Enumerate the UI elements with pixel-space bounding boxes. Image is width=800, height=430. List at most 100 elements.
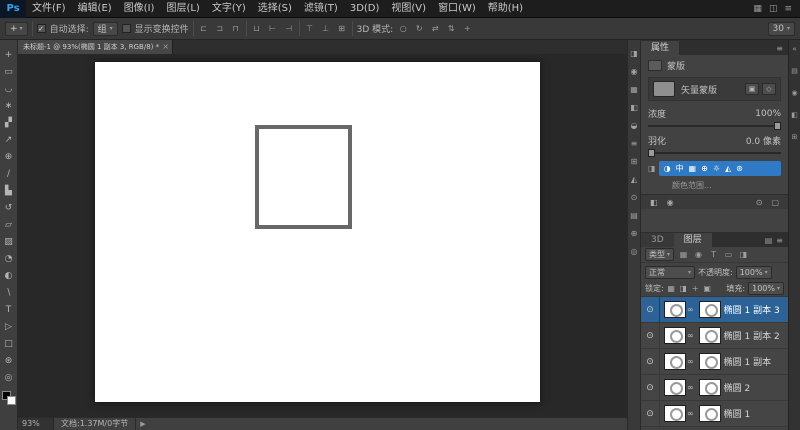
vector-mask-thumbnail[interactable] <box>698 353 721 370</box>
feather-slider-knob[interactable] <box>648 149 655 157</box>
tab-layers[interactable]: 图层 <box>673 233 712 247</box>
adjust-levels-icon[interactable]: 中 <box>676 163 684 174</box>
mask-edge-icon[interactable]: ◧ <box>650 198 658 207</box>
dock-panel-icon-3[interactable]: ◧ <box>791 111 798 119</box>
layer-row[interactable]: ⊙ ∞ 椭圆 1 副本 2 <box>641 323 788 349</box>
align-bottom-icon[interactable]: ⊣ <box>283 24 295 33</box>
mask-link-icon[interactable]: ∞ <box>687 409 694 418</box>
adjust-invert-icon[interactable]: ◑ <box>664 164 671 173</box>
distribute-h-icon[interactable]: ⊤ <box>304 24 316 33</box>
layer-thumbnail[interactable] <box>664 301 686 318</box>
align-left-icon[interactable]: ⊏ <box>198 24 210 33</box>
zoom-level-field[interactable]: 93% <box>18 418 54 430</box>
align-top-icon[interactable]: ⊔ <box>251 24 263 33</box>
zoom-tool[interactable]: ◎ <box>1 370 17 386</box>
panel-list-icon[interactable]: ▤ <box>765 236 773 245</box>
layer-name[interactable]: 椭圆 1 副本 2 <box>724 329 780 342</box>
collapse-panels-icon[interactable]: « <box>792 45 796 53</box>
brush-tool[interactable]: ∕ <box>1 166 17 182</box>
visibility-eye-icon[interactable]: ⊙ <box>641 349 660 374</box>
layer-row[interactable]: ⊙ ∞ 椭圆 2 <box>641 375 788 401</box>
tab-3d[interactable]: 3D <box>641 233 674 247</box>
quick-select-tool[interactable]: ∗ <box>1 98 17 114</box>
type-tool[interactable]: T <box>1 302 17 318</box>
adjust-curves-icon[interactable]: ▦ <box>689 164 697 173</box>
layer-row[interactable]: ⊙ ∞ 椭圆 1 副本 3 <box>641 297 788 323</box>
marquee-tool[interactable]: ▭ <box>1 64 17 80</box>
align-middle-icon[interactable]: ⊢ <box>267 24 279 33</box>
pen-tool[interactable]: ∖ <box>1 285 17 301</box>
visibility-eye-icon[interactable]: ⊙ <box>641 401 660 426</box>
histogram-panel-icon[interactable]: ◭ <box>631 175 637 184</box>
menu-3d[interactable]: 3D(D) <box>344 0 386 18</box>
color-swatches[interactable] <box>1 391 16 405</box>
menu-file[interactable]: 文件(F) <box>26 0 72 18</box>
density-value[interactable]: 100% <box>755 109 781 119</box>
mask-link-icon[interactable]: ∞ <box>687 357 694 366</box>
hand-tool[interactable]: ⊛ <box>1 353 17 369</box>
blend-mode-dropdown[interactable]: 正常 ▾ <box>645 265 695 279</box>
tool-preset-picker[interactable]: + ▾ <box>5 21 28 36</box>
close-icon[interactable]: × <box>162 40 169 54</box>
layer-thumbnail[interactable] <box>664 379 686 396</box>
panel-menu-icon[interactable]: ≡ <box>784 4 792 14</box>
load-selection-icon[interactable]: ⊙ <box>756 198 763 207</box>
opacity-dropdown[interactable]: 100% ▾ <box>735 265 772 279</box>
distribute-all-icon[interactable]: ⊞ <box>336 24 348 33</box>
align-center-h-icon[interactable]: ⊐ <box>214 24 226 33</box>
snapshot-panel-icon[interactable]: ◉ <box>631 67 638 76</box>
visibility-eye-icon[interactable]: ⊙ <box>641 375 660 400</box>
threed-pan-icon[interactable]: ⇄ <box>429 24 441 33</box>
layer-name[interactable]: 椭圆 1 副本 3 <box>724 303 780 316</box>
menu-window[interactable]: 窗口(W) <box>432 0 482 18</box>
healing-brush-tool[interactable]: ⊕ <box>1 149 17 165</box>
timeline-panel-icon[interactable]: ◎ <box>631 247 638 256</box>
layer-thumbnail[interactable] <box>664 327 686 344</box>
layer-name[interactable]: 椭圆 1 副本 <box>724 355 771 368</box>
feather-slider[interactable] <box>648 149 781 157</box>
delete-mask-icon[interactable]: ▢ <box>771 198 779 207</box>
navigator-panel-icon[interactable]: ⊞ <box>631 157 638 166</box>
layer-thumbnail[interactable] <box>664 353 686 370</box>
tab-properties[interactable]: 属性 <box>641 41 680 55</box>
panel-menu-icon[interactable]: ≡ <box>776 236 783 245</box>
workspace-dropdown[interactable]: 30 ▾ <box>767 21 795 36</box>
clone-stamp-tool[interactable]: ▙ <box>1 183 17 199</box>
dock-panel-icon-4[interactable]: ⊞ <box>792 133 798 141</box>
filter-shape-layers-icon[interactable]: ▭ <box>723 250 734 259</box>
mask-link-icon[interactable]: ∞ <box>687 383 694 392</box>
visibility-eye-icon[interactable]: ⊙ <box>641 323 660 348</box>
layer-thumbnail[interactable] <box>664 405 686 422</box>
threed-orbit-icon[interactable]: ○ <box>397 24 409 33</box>
lock-pixels-icon[interactable]: ◨ <box>679 284 688 293</box>
threed-rotate-icon[interactable]: ↻ <box>413 24 425 33</box>
menu-edit[interactable]: 编辑(E) <box>72 0 118 18</box>
eraser-tool[interactable]: ▱ <box>1 217 17 233</box>
dock-panel-icon-1[interactable]: ▤ <box>791 67 798 75</box>
dock-panel-icon-2[interactable]: ◉ <box>791 89 797 97</box>
blur-tool[interactable]: ◔ <box>1 251 17 267</box>
menu-image[interactable]: 图像(I) <box>118 0 161 18</box>
filter-adjustment-layers-icon[interactable]: ◉ <box>693 250 704 259</box>
density-slider[interactable] <box>648 122 781 130</box>
shape-tool[interactable]: □ <box>1 336 17 352</box>
adjust-hue-icon[interactable]: ◭ <box>725 164 731 173</box>
mask-link-icon[interactable]: ∞ <box>687 331 694 340</box>
vector-mask-thumbnail[interactable] <box>698 327 721 344</box>
fill-dropdown[interactable]: 100% ▾ <box>748 282 784 295</box>
menu-select[interactable]: 选择(S) <box>252 0 298 18</box>
align-right-icon[interactable]: ⊓ <box>230 24 242 33</box>
move-tool[interactable]: + <box>1 47 17 63</box>
mask-link-icon[interactable]: ∞ <box>687 305 694 314</box>
adjust-exposure-icon[interactable]: ⊕ <box>701 164 708 173</box>
character-panel-icon[interactable]: ▤ <box>630 211 638 220</box>
visibility-eye-icon[interactable]: ⊙ <box>641 297 660 322</box>
threed-scale-icon[interactable]: + <box>461 24 473 33</box>
gradient-tool[interactable]: ▨ <box>1 234 17 250</box>
menu-help[interactable]: 帮助(H) <box>482 0 529 18</box>
vector-mask-thumbnail[interactable] <box>698 405 721 422</box>
adjust-selective-icon[interactable]: ⊛ <box>736 164 743 173</box>
menu-view[interactable]: 视图(V) <box>385 0 432 18</box>
swatches-panel-icon[interactable]: ▦ <box>630 85 638 94</box>
add-pixel-mask-button[interactable]: ▣ <box>745 83 759 95</box>
